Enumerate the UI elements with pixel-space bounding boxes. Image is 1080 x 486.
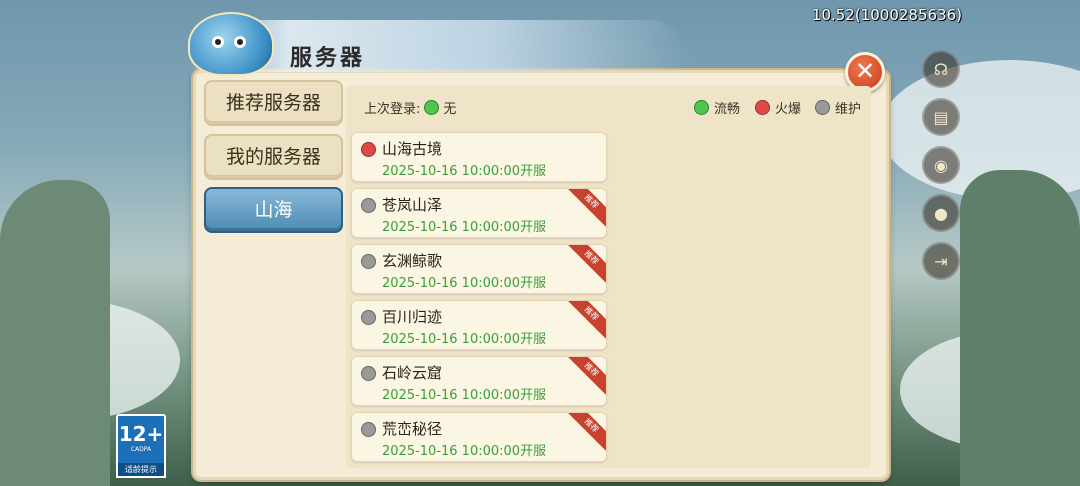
server-name: 荒峦秘径 [382, 420, 443, 438]
server-card[interactable]: 山海古境 2025-10-16 10:00:00开服 [351, 132, 607, 182]
server-open-time: 2025-10-16 10:00:00开服 [382, 164, 547, 179]
recommend-ribbon: 推荐 [565, 245, 606, 284]
server-card[interactable]: 百川归迹 2025-10-16 10:00:00开服 推荐 [351, 300, 607, 350]
exit-icon[interactable]: ⇥ [922, 242, 960, 280]
legend-smooth: 流畅 [694, 98, 740, 117]
status-dot-icon [424, 100, 440, 115]
server-name: 苍岚山泽 [382, 196, 443, 214]
sound-icon[interactable]: ◉ [922, 146, 960, 184]
whale-mascot-icon [188, 12, 274, 76]
status-smooth-icon [694, 100, 709, 115]
age-rating-badge: 12+ CADPA 适龄提示 [116, 414, 166, 478]
server-card[interactable]: 玄渊鲸歌 2025-10-16 10:00:00开服 推荐 [351, 244, 607, 294]
recommend-ribbon: 推荐 [565, 357, 606, 396]
tab-my-servers[interactable]: 我的服务器 [204, 134, 343, 180]
age-rating-org: CADPA [130, 446, 152, 453]
server-open-time: 2025-10-16 10:00:00开服 [382, 444, 547, 459]
panel-title: 服务器 [290, 46, 366, 71]
last-login-label: 上次登录: [364, 102, 421, 117]
age-rating-tip: 适龄提示 [116, 463, 166, 478]
status-dot-icon [361, 198, 376, 213]
legend-label: 流畅 [714, 102, 741, 117]
status-dot-icon [361, 142, 376, 157]
status-maintenance-icon [815, 100, 830, 115]
age-rating-value: 12+ [118, 422, 164, 446]
server-card[interactable]: 石岭云窟 2025-10-16 10:00:00开服 推荐 [351, 356, 607, 406]
status-dot-icon [361, 422, 376, 437]
server-name: 百川归迹 [382, 308, 443, 326]
version-label: 10.52(1000285636) [811, 6, 962, 24]
recommend-ribbon: 推荐 [565, 189, 606, 228]
headset-icon[interactable]: ☊ [922, 50, 960, 88]
legend-hot: 火爆 [755, 98, 801, 117]
server-name: 石岭云窟 [382, 364, 443, 382]
recommend-ribbon: 推荐 [565, 301, 606, 340]
legend-label: 火爆 [775, 102, 802, 117]
status-hot-icon [755, 100, 770, 115]
last-login-value: 无 [443, 102, 457, 117]
document-icon[interactable]: ▤ [922, 98, 960, 136]
user-icon[interactable]: ● [922, 194, 960, 232]
server-card[interactable]: 荒峦秘径 2025-10-16 10:00:00开服 推荐 [351, 412, 607, 462]
server-open-time: 2025-10-16 10:00:00开服 [382, 220, 547, 235]
legend-label: 维护 [835, 102, 862, 117]
legend-maintenance: 维护 [815, 98, 861, 117]
recommend-ribbon: 推荐 [565, 413, 606, 452]
server-open-time: 2025-10-16 10:00:00开服 [382, 276, 547, 291]
status-dot-icon [361, 310, 376, 325]
server-open-time: 2025-10-16 10:00:00开服 [382, 388, 547, 403]
server-name: 玄渊鲸歌 [382, 252, 443, 270]
tab-shanhai[interactable]: 山海 [204, 187, 343, 233]
server-open-time: 2025-10-16 10:00:00开服 [382, 332, 547, 347]
last-login: 上次登录: 无 [364, 98, 456, 117]
server-card[interactable]: 苍岚山泽 2025-10-16 10:00:00开服 推荐 [351, 188, 607, 238]
status-dot-icon [361, 366, 376, 381]
tab-recommended[interactable]: 推荐服务器 [204, 80, 343, 126]
server-name: 山海古境 [382, 140, 443, 158]
status-dot-icon [361, 254, 376, 269]
